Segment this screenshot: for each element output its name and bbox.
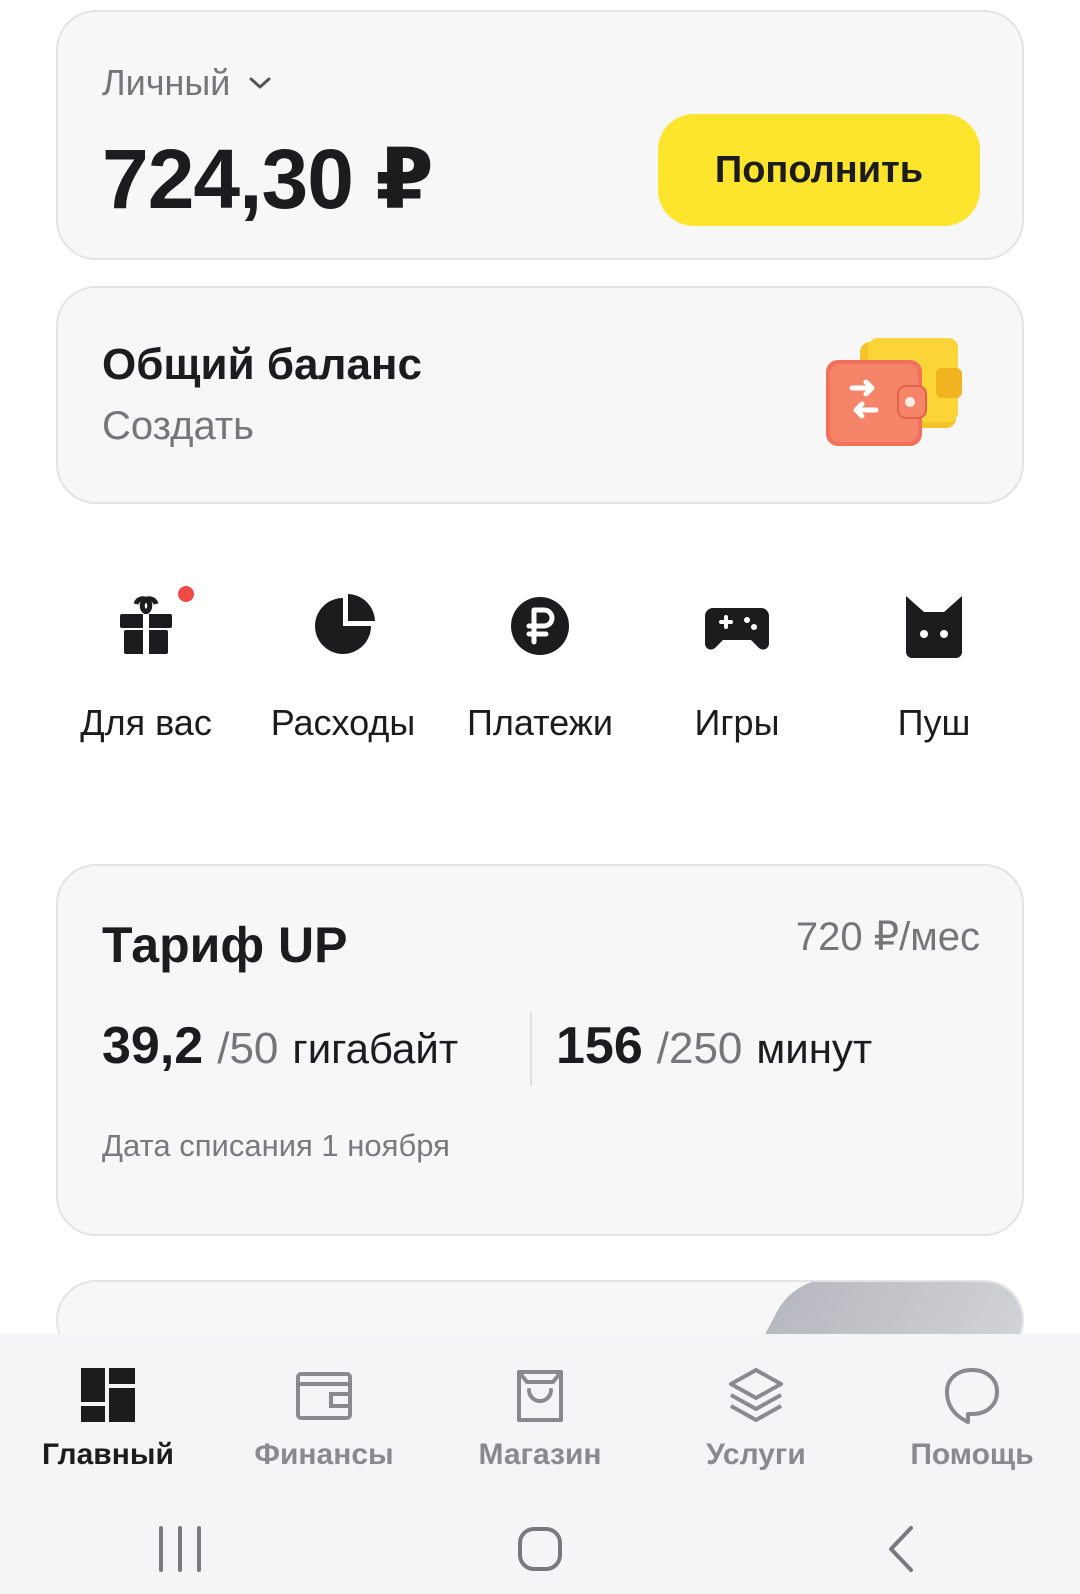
quick-actions: Для вас Расходы Платежи Игры Пуш [56,584,1024,744]
nav-label: Магазин [478,1438,602,1471]
shared-balance-card[interactable]: Общий баланс Создать [56,286,1024,504]
home-button[interactable] [480,1514,600,1584]
nav-item-shop[interactable]: Магазин [432,1364,648,1472]
pie-chart-icon [315,594,375,654]
account-selector[interactable]: Личный [102,62,272,104]
wallet-icon [296,1372,352,1420]
tariff-price: 720 ₽/мес [795,915,980,959]
bottom-navigation: Главный Финансы Магазин Услуги Помощь [0,1334,1080,1504]
shopping-bag-icon [517,1370,563,1422]
shared-balance-title: Общий баланс [102,340,422,389]
layers-icon [729,1368,783,1422]
nav-item-finance[interactable]: Финансы [216,1364,432,1472]
shared-balance-create-link[interactable]: Создать [102,404,254,449]
gift-icon [120,596,172,654]
minutes-usage: 156 /250 минут [556,1016,872,1076]
chevron-down-icon [249,77,271,89]
quick-action-label: Игры [694,702,780,743]
notification-dot [176,584,196,604]
minutes-limit: /250 [656,1024,743,1073]
nav-label: Финансы [254,1438,394,1471]
topup-button[interactable]: Пополнить [658,114,980,226]
quick-action-expenses[interactable]: Расходы [253,590,433,744]
usage-divider [530,1012,532,1086]
data-used: 39,2 [102,1017,204,1075]
main-screen: Личный 724,30 ₽ Пополнить Общий баланс С… [0,0,1080,1594]
chat-bubble-icon [945,1368,999,1424]
back-icon [889,1526,913,1572]
nav-item-home[interactable]: Главный [0,1364,216,1472]
gamepad-icon [705,608,769,650]
account-label: Личный [102,62,231,103]
back-button[interactable] [840,1514,960,1584]
quick-action-label: Для вас [80,702,212,743]
minutes-unit: минут [756,1025,873,1072]
nav-item-services[interactable]: Услуги [648,1364,864,1472]
ruble-icon [511,597,569,655]
recent-apps-icon [159,1526,201,1572]
system-navigation-bar [0,1504,1080,1594]
quick-action-label: Пуш [897,702,971,743]
quick-action-payments[interactable]: Платежи [450,590,630,744]
wallet-transfer-icon [826,338,962,446]
recent-apps-button[interactable] [120,1514,240,1584]
data-limit: /50 [217,1024,279,1073]
home-icon [518,1527,562,1571]
nav-label: Помощь [910,1438,1034,1471]
tariff-card[interactable]: Тариф UP 720 ₽/мес 39,2 /50 гигабайт 156… [56,864,1024,1236]
quick-action-label: Расходы [270,702,416,743]
quick-action-push[interactable]: Пуш [844,590,1024,744]
nav-label: Услуги [706,1438,806,1471]
data-unit: гигабайт [292,1025,459,1072]
balance-card: Личный 724,30 ₽ Пополнить [56,10,1024,260]
cat-icon [906,596,962,658]
charge-date: Дата списания 1 ноября [102,1128,450,1163]
quick-action-label: Платежи [466,702,613,743]
minutes-used: 156 [556,1017,643,1075]
nav-label: Главный [42,1438,174,1471]
tariff-name: Тариф UP [102,917,348,973]
nav-item-help[interactable]: Помощь [864,1364,1080,1472]
dashboard-icon [81,1368,135,1422]
quick-action-for-you[interactable]: Для вас [56,584,236,744]
quick-action-games[interactable]: Игры [647,590,827,744]
balance-amount: 724,30 ₽ [102,132,434,226]
data-usage: 39,2 /50 гигабайт [102,1016,458,1076]
